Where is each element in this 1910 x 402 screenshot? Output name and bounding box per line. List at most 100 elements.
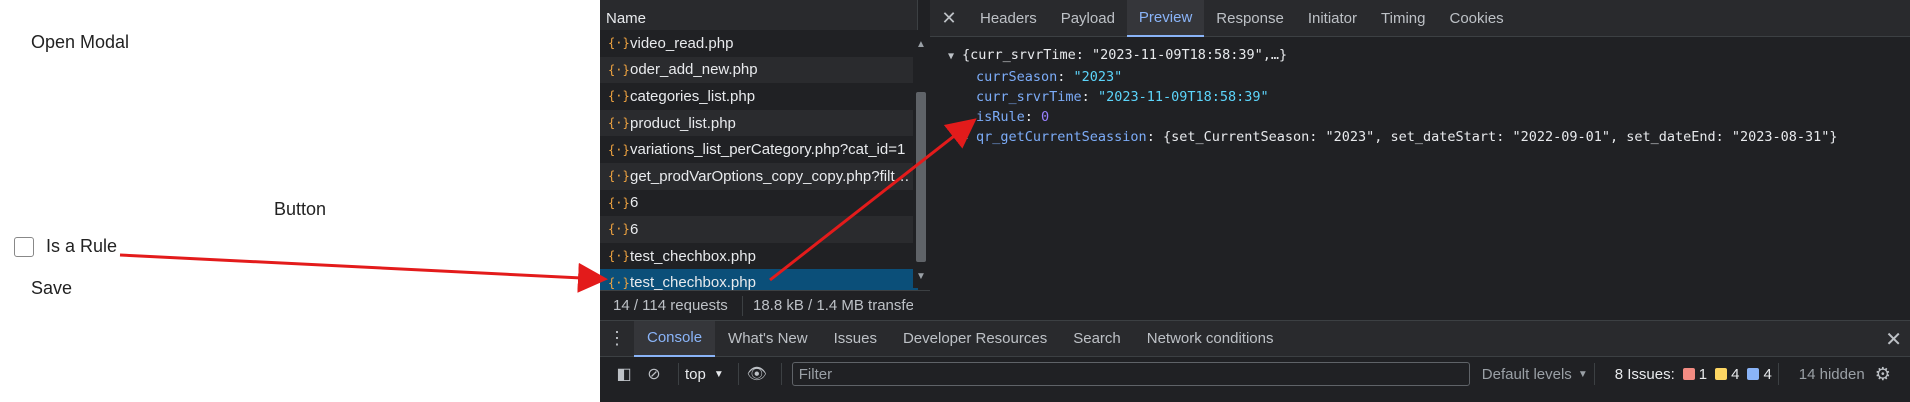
- preview-field-row[interactable]: isRule: 0: [948, 107, 1910, 127]
- request-row[interactable]: {·} product_list.php: [600, 109, 918, 137]
- request-row[interactable]: {·} 6: [600, 216, 918, 243]
- request-row[interactable]: {·} categories_list.php: [600, 83, 918, 110]
- expanded-triangle-icon[interactable]: ▼: [948, 47, 962, 67]
- info-icon: [1747, 368, 1760, 380]
- preview-field-row[interactable]: currSeason: "2023": [948, 67, 1910, 87]
- request-name: variations_list_perCategory.php?cat_id=1: [630, 141, 906, 159]
- tab-payload[interactable]: Payload: [1049, 0, 1127, 37]
- request-row[interactable]: {·} test_chechbox.php: [600, 242, 918, 270]
- drawer-tab-network-conditions[interactable]: Network conditions: [1134, 321, 1287, 357]
- issues-info: 4: [1763, 365, 1772, 383]
- request-row[interactable]: {·} variations_list_perCategory.php?cat_i…: [600, 136, 918, 163]
- transfer-size: 18.8 kB / 1.4 MB transferrec: [753, 297, 913, 314]
- toolbar-divider: [1593, 363, 1595, 385]
- preview-tree: ▼ {curr_srvrTime: "2023-11-09T18:58:39",……: [930, 37, 1910, 149]
- tab-cookies[interactable]: Cookies: [1437, 0, 1515, 37]
- code-icon: {·}: [608, 142, 630, 157]
- drawer-tab-issues[interactable]: Issues: [821, 321, 890, 357]
- dropdown-caret-icon: ▼: [713, 368, 724, 380]
- is-rule-label: Is a Rule: [46, 236, 118, 256]
- preview-root-summary: {curr_srvrTime: "2023-11-09T18:58:39",…}: [962, 47, 1288, 63]
- console-toolbar: ◧ ⊘ top ▼ 👁 Filter Default levels ▼ 8 Is…: [600, 357, 1910, 391]
- eye-icon[interactable]: 👁: [745, 364, 769, 384]
- gear-icon[interactable]: ⚙: [1875, 364, 1891, 385]
- code-icon: {·}: [608, 89, 630, 104]
- preview-root-row[interactable]: ▼ {curr_srvrTime: "2023-11-09T18:58:39",……: [948, 45, 1910, 67]
- issues-counter[interactable]: 8 Issues: 1 4 4: [1615, 366, 1772, 383]
- scroll-down-icon[interactable]: ▼: [914, 270, 928, 284]
- request-name: categories_list.php: [630, 87, 756, 105]
- tab-initiator[interactable]: Initiator: [1296, 0, 1369, 37]
- request-name: test_chechbox.php: [630, 274, 756, 292]
- sidebar-toggle-icon[interactable]: ◧: [612, 364, 636, 384]
- preview-field-value: "2023-11-09T18:58:39": [1097, 89, 1269, 105]
- code-icon: {·}: [608, 62, 630, 77]
- close-icon[interactable]: ✕: [930, 8, 968, 29]
- issues-label: 8 Issues:: [1614, 365, 1675, 383]
- request-name: video_read.php: [630, 34, 734, 52]
- tab-preview[interactable]: Preview: [1126, 0, 1205, 37]
- drawer-tab-what-s-new[interactable]: What's New: [715, 321, 821, 357]
- request-count: 14 / 114 requests: [613, 297, 728, 314]
- context-selector[interactable]: top ▼: [685, 366, 724, 383]
- preview-field-row[interactable]: curr_srvrTime: "2023-11-09T18:58:39": [948, 87, 1910, 107]
- tab-response[interactable]: Response: [1204, 0, 1296, 37]
- request-name: product_list.php: [630, 114, 736, 132]
- generic-button[interactable]: Button: [274, 199, 326, 220]
- drawer-tabs: ⋮ Console What's New Issues Developer Resou…: [600, 320, 1910, 357]
- close-drawer-icon[interactable]: ✕: [1885, 327, 1902, 352]
- scroll-up-icon[interactable]: ▲: [914, 38, 928, 52]
- code-icon: {·}: [608, 275, 630, 290]
- is-rule-checkbox-row[interactable]: Is a Rule: [14, 236, 117, 257]
- preview-field-key: currSeason: [976, 69, 1058, 85]
- code-icon: {·}: [608, 195, 630, 210]
- request-row[interactable]: {·} get_prodVarOptions_copy_copy.php?filt…: [600, 162, 918, 190]
- context-label: top: [685, 365, 706, 383]
- error-icon: [1682, 368, 1695, 380]
- request-row[interactable]: {·} oder_add_new.php: [600, 56, 918, 84]
- is-rule-checkbox[interactable]: [14, 236, 34, 257]
- log-levels-dropdown[interactable]: Default levels ▼: [1482, 366, 1588, 383]
- preview-field-key: isRule: [976, 109, 1025, 125]
- toolbar-divider: [780, 363, 782, 385]
- request-name: oder_add_new.php: [630, 61, 758, 79]
- open-modal-button[interactable]: Open Modal: [31, 32, 129, 53]
- request-row[interactable]: {·} 6: [600, 189, 918, 217]
- network-request-list: Name {·} video_read.php {·} oder_add_new.ph…: [600, 0, 930, 320]
- preview-field-value: 0: [1041, 109, 1050, 125]
- web-page: Open Modal Button Is a Rule Save: [0, 0, 600, 402]
- request-list-scrollbar[interactable]: ▲ ▼: [913, 30, 927, 288]
- preview-nested-summary: {set_CurrentSeason: "2023", set_dateStar…: [1162, 129, 1838, 145]
- tab-headers[interactable]: Headers: [968, 0, 1049, 37]
- tab-timing[interactable]: Timing: [1369, 0, 1437, 37]
- hidden-count: 14 hidden: [1798, 365, 1865, 383]
- preview-nested-row[interactable]: ▶ qr_getCurrentSeassion: {set_CurrentSeas…: [948, 127, 1910, 149]
- request-name: test_chechbox.php: [630, 247, 756, 265]
- code-icon: {·}: [608, 36, 630, 51]
- request-name: 6: [630, 220, 639, 238]
- network-status-bar: 14 / 114 requests 18.8 kB / 1.4 MB trans…: [600, 290, 930, 320]
- dropdown-caret-icon: ▼: [1577, 368, 1588, 380]
- request-row[interactable]: {·} video_read.php: [600, 30, 918, 57]
- clear-console-icon[interactable]: ⊘: [642, 364, 666, 384]
- save-button[interactable]: Save: [31, 278, 72, 299]
- drawer-tab-console[interactable]: Console: [634, 320, 716, 357]
- console-filter-input[interactable]: Filter: [791, 362, 1470, 386]
- collapsed-triangle-icon[interactable]: ▶: [962, 129, 976, 149]
- console-drawer: ⋮ Console What's New Issues Developer Resou…: [600, 320, 1910, 402]
- toolbar-divider: [678, 363, 679, 385]
- drawer-tab-developer-resources[interactable]: Developer Resources: [890, 321, 1060, 357]
- code-icon: {·}: [608, 249, 630, 264]
- request-name: get_prodVarOptions_copy_copy.php?filte..…: [630, 167, 910, 185]
- detail-tabs: ✕ Headers Payload Preview Response Initiator…: [930, 0, 1910, 37]
- request-detail-panel: ✕ Headers Payload Preview Response Initiator…: [930, 0, 1910, 320]
- issues-warnings: 4: [1731, 365, 1740, 383]
- preview-field-key: curr_srvrTime: [976, 89, 1082, 105]
- toolbar-divider: [737, 363, 739, 385]
- code-icon: {·}: [608, 222, 630, 237]
- scroll-thumb[interactable]: [916, 92, 926, 262]
- more-menu-icon[interactable]: ⋮: [600, 328, 634, 349]
- code-icon: {·}: [608, 169, 630, 184]
- issues-errors: 1: [1698, 365, 1708, 383]
- drawer-tab-search[interactable]: Search: [1060, 321, 1134, 357]
